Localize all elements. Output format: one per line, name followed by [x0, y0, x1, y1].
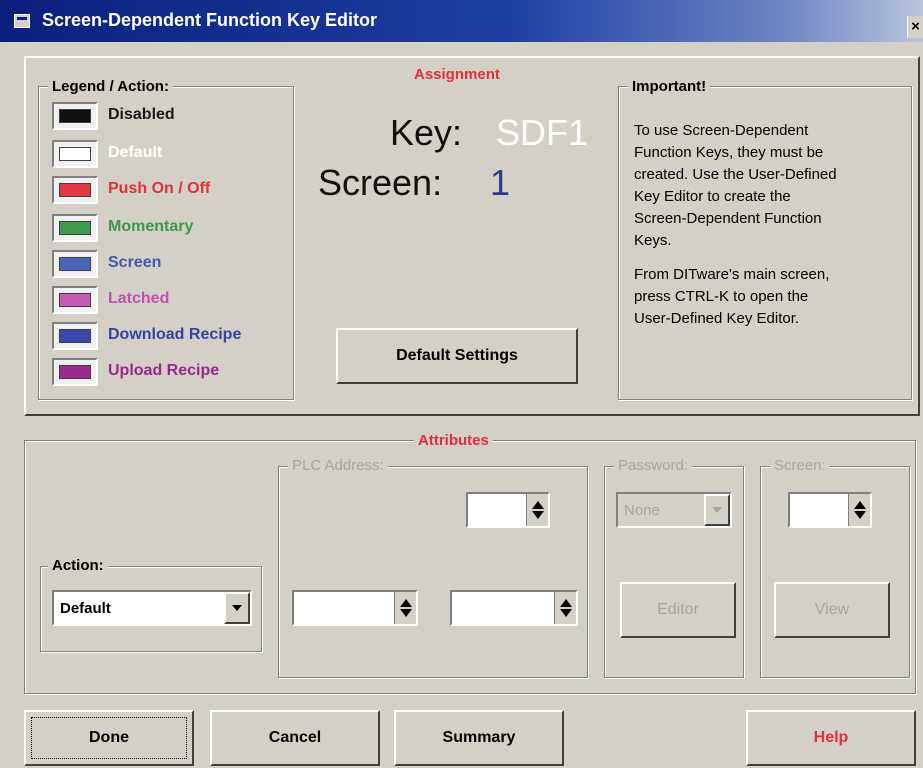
- close-button[interactable]: ×: [907, 16, 923, 38]
- color-swatch: [52, 214, 98, 242]
- color-swatch: [52, 102, 98, 130]
- cancel-button[interactable]: Cancel: [210, 710, 380, 766]
- color-swatch: [52, 358, 98, 386]
- legend-item-label: Download Recipe: [108, 326, 242, 343]
- legend-item-label: Default: [108, 144, 163, 161]
- plc-address-spinner-top[interactable]: [466, 492, 550, 528]
- color-swatch-fill: [59, 183, 91, 197]
- plc-address-label: PLC Address:: [288, 457, 388, 474]
- color-swatch: [52, 250, 98, 278]
- title-bar: Screen-Dependent Function Key Editor ×: [0, 0, 923, 42]
- color-swatch-fill: [59, 293, 91, 307]
- plc-address-spinner-left[interactable]: [292, 590, 418, 626]
- chevron-down-icon[interactable]: [224, 592, 250, 624]
- color-swatch-fill: [59, 257, 91, 271]
- key-value: SDF1: [496, 112, 589, 153]
- window-title: Screen-Dependent Function Key Editor: [42, 10, 378, 30]
- action-select[interactable]: Default: [52, 590, 252, 626]
- color-swatch-fill: [59, 329, 91, 343]
- color-swatch: [52, 322, 98, 350]
- help-button[interactable]: Help: [746, 710, 916, 766]
- screen-spinner[interactable]: [788, 492, 872, 528]
- screen-attr-label: Screen:: [770, 457, 830, 474]
- password-label: Password:: [614, 457, 693, 474]
- spinner-arrows-icon[interactable]: [394, 592, 416, 624]
- legend-item-label: Screen: [108, 254, 162, 271]
- assignment-title: Assignment: [410, 66, 504, 83]
- summary-label: Summary: [442, 729, 516, 746]
- done-label: Done: [89, 729, 129, 746]
- legend-item-label: Upload Recipe: [108, 362, 220, 379]
- password-value: None: [624, 502, 660, 519]
- important-title: Important!: [628, 78, 711, 95]
- legend-group: [38, 86, 294, 400]
- window-menu-icon[interactable]: [14, 14, 30, 28]
- spinner-arrows-icon[interactable]: [848, 494, 870, 526]
- view-button[interactable]: View: [774, 582, 890, 638]
- important-paragraph-2: From DITware's main screen, press CTRL-K…: [634, 266, 830, 327]
- legend-item-label: Momentary: [108, 218, 194, 235]
- color-swatch-fill: [59, 147, 91, 161]
- legend-title: Legend / Action:: [48, 78, 173, 95]
- important-message: To use Screen-Dependent Function Keys, t…: [634, 120, 904, 342]
- action-value: Default: [60, 600, 111, 617]
- view-label: View: [814, 601, 850, 618]
- help-label: Help: [813, 729, 849, 746]
- color-swatch-fill: [59, 109, 91, 123]
- color-swatch-fill: [59, 365, 91, 379]
- editor-button[interactable]: Editor: [620, 582, 736, 638]
- editor-label: Editor: [657, 601, 699, 618]
- color-swatch: [52, 140, 98, 168]
- color-swatch: [52, 286, 98, 314]
- spinner-arrows-icon[interactable]: [554, 592, 576, 624]
- password-select[interactable]: None: [616, 492, 732, 528]
- plc-address-spinner-right[interactable]: [450, 590, 578, 626]
- legend-item-label: Disabled: [108, 106, 175, 123]
- default-settings-button[interactable]: Default Settings: [336, 328, 578, 384]
- summary-button[interactable]: Summary: [394, 710, 564, 766]
- cancel-label: Cancel: [268, 729, 322, 746]
- action-label: Action:: [48, 557, 108, 574]
- attributes-title: Attributes: [414, 432, 493, 449]
- key-label: Key:: [390, 112, 463, 153]
- legend-item-label: Latched: [108, 290, 170, 307]
- spinner-arrows-icon[interactable]: [526, 494, 548, 526]
- screen-value: 1: [490, 162, 511, 203]
- legend-item-label: Push On / Off: [108, 180, 211, 197]
- done-button[interactable]: Done: [24, 710, 194, 766]
- screen-label: Screen:: [318, 162, 443, 203]
- default-settings-label: Default Settings: [396, 347, 518, 364]
- chevron-down-icon[interactable]: [704, 494, 730, 526]
- color-swatch-fill: [59, 221, 91, 235]
- color-swatch: [52, 176, 98, 204]
- important-paragraph-1: To use Screen-Dependent Function Keys, t…: [634, 122, 837, 249]
